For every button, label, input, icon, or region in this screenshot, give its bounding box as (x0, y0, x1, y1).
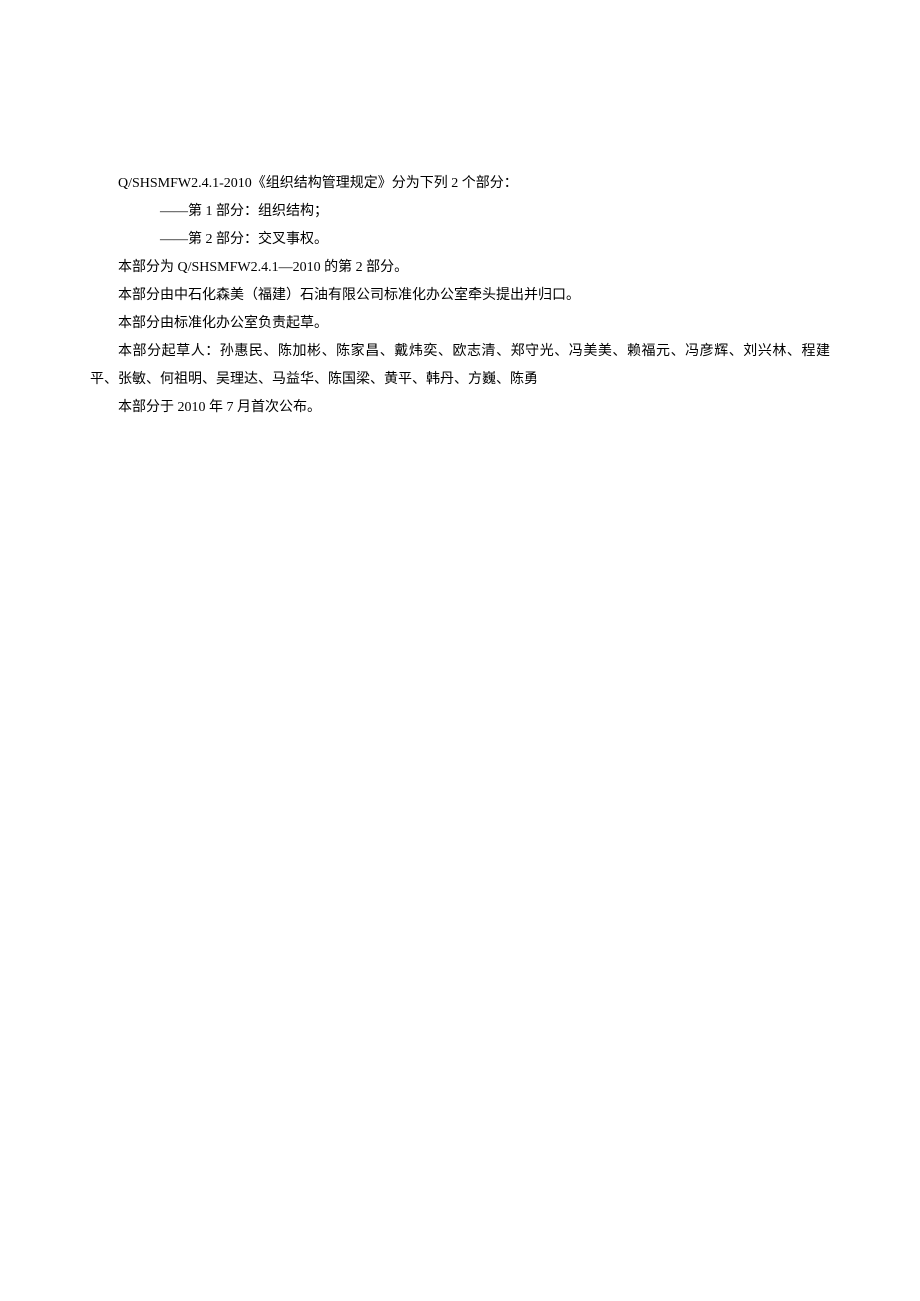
paragraph-proposer: 本部分由中石化森美（福建）石油有限公司标准化办公室牵头提出并归口。 (90, 282, 830, 310)
paragraph-drafter-org: 本部分由标准化办公室负责起草。 (90, 310, 830, 338)
paragraph-drafters: 本部分起草人：孙惠民、陈加彬、陈家昌、戴炜奕、欧志清、郑守光、冯美美、赖福元、冯… (90, 338, 830, 394)
paragraph-publish-date: 本部分于 2010 年 7 月首次公布。 (90, 394, 830, 422)
paragraph-part1: ——第 1 部分：组织结构； (90, 198, 830, 226)
paragraph-intro: Q/SHSMFW2.4.1-2010《组织结构管理规定》分为下列 2 个部分： (90, 170, 830, 198)
paragraph-part2: ——第 2 部分：交叉事权。 (90, 226, 830, 254)
document-content: Q/SHSMFW2.4.1-2010《组织结构管理规定》分为下列 2 个部分： … (90, 170, 830, 422)
paragraph-section: 本部分为 Q/SHSMFW2.4.1—2010 的第 2 部分。 (90, 254, 830, 282)
